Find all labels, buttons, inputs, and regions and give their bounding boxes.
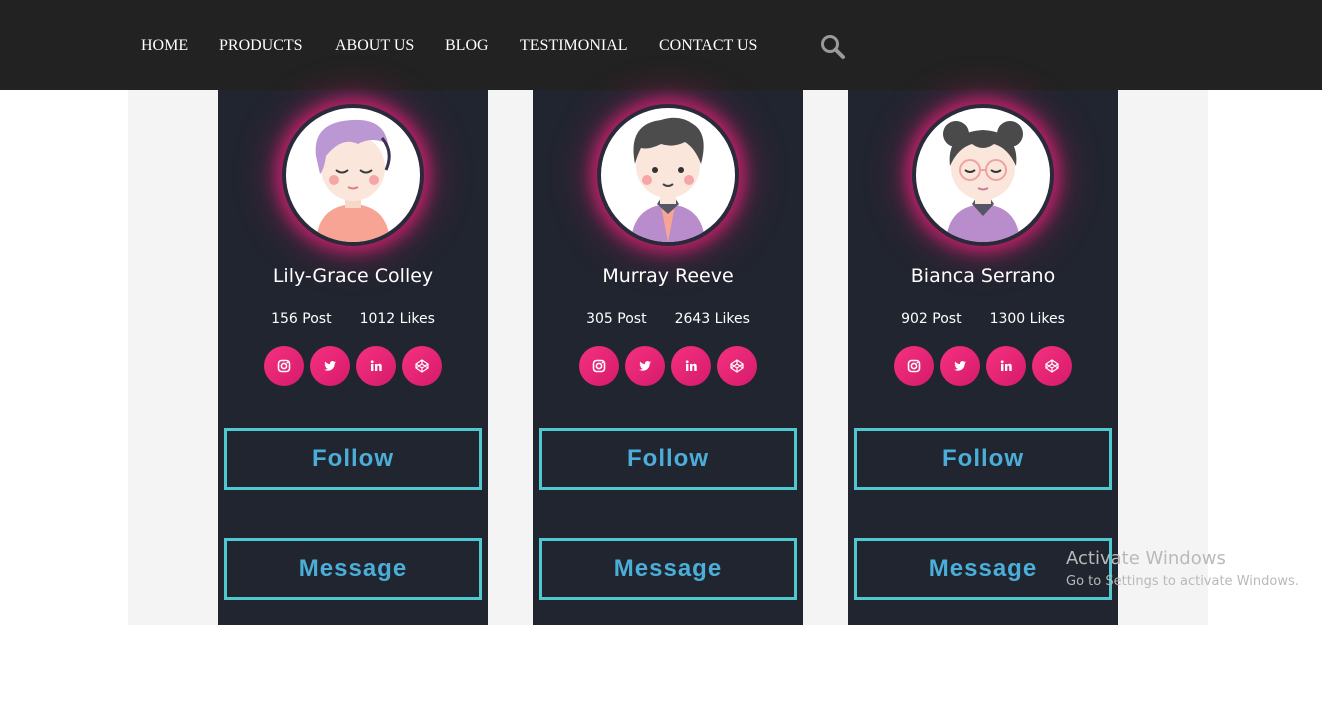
- post-count: 156 Post: [271, 310, 331, 328]
- instagram-icon[interactable]: [264, 346, 304, 386]
- profile-card: Lily-Grace Colley 156 Post 1012 Likes Fol…: [218, 90, 488, 625]
- instagram-icon[interactable]: [894, 346, 934, 386]
- profile-card: Bianca Serrano 902 Post 1300 Likes Follow…: [848, 90, 1118, 625]
- post-count-value: 305: [586, 311, 613, 327]
- social-links: [848, 346, 1118, 386]
- boy-avatar-icon: [631, 117, 705, 242]
- twitter-icon[interactable]: [940, 346, 980, 386]
- like-count-label: Likes: [1029, 311, 1065, 327]
- like-count-value: 1012: [359, 311, 396, 327]
- profile-stats: 902 Post 1300 Likes: [848, 310, 1118, 328]
- avatar: [282, 104, 424, 246]
- codepen-icon[interactable]: [1032, 346, 1072, 386]
- post-count-value: 156: [271, 311, 298, 327]
- follow-button[interactable]: Follow: [854, 428, 1112, 490]
- twitter-icon[interactable]: [310, 346, 350, 386]
- avatar: [912, 104, 1054, 246]
- profile-name: Murray Reeve: [602, 265, 734, 287]
- post-count: 902 Post: [901, 310, 961, 328]
- message-button[interactable]: Message: [539, 538, 797, 600]
- codepen-icon[interactable]: [402, 346, 442, 386]
- linkedin-icon[interactable]: [356, 346, 396, 386]
- profile-card: Murray Reeve 305 Post 2643 Likes Follow M…: [533, 90, 803, 625]
- linkedin-icon[interactable]: [671, 346, 711, 386]
- nav-products-link[interactable]: PRODUCTS: [219, 36, 303, 56]
- follow-button[interactable]: Follow: [539, 428, 797, 490]
- twitter-icon[interactable]: [625, 346, 665, 386]
- post-count-value: 902: [901, 311, 928, 327]
- nav-blog-link[interactable]: BLOG: [445, 36, 489, 56]
- like-count-label: Likes: [399, 311, 435, 327]
- post-count-label: Post: [302, 311, 332, 327]
- post-count-label: Post: [617, 311, 647, 327]
- social-links: [218, 346, 488, 386]
- like-count: 2643 Likes: [675, 310, 750, 328]
- social-links: [533, 346, 803, 386]
- activate-windows-title: Activate Windows: [1066, 548, 1226, 569]
- post-count: 305 Post: [586, 310, 646, 328]
- profile-stats: 156 Post 1012 Likes: [218, 310, 488, 328]
- follow-button[interactable]: Follow: [224, 428, 482, 490]
- girl-glasses-avatar-icon: [943, 121, 1023, 242]
- girl-avatar-icon: [315, 119, 391, 242]
- nav-contact-link[interactable]: CONTACT US: [659, 36, 757, 56]
- instagram-icon[interactable]: [579, 346, 619, 386]
- like-count: 1012 Likes: [360, 310, 435, 328]
- like-count-value: 2643: [674, 311, 711, 327]
- like-count-value: 1300: [989, 311, 1026, 327]
- linkedin-icon[interactable]: [986, 346, 1026, 386]
- message-button[interactable]: Message: [224, 538, 482, 600]
- nav-testimonial-link[interactable]: TESTIMONIAL: [520, 36, 628, 56]
- profile-name: Lily-Grace Colley: [272, 265, 434, 287]
- like-count: 1300 Likes: [990, 310, 1065, 328]
- codepen-icon[interactable]: [717, 346, 757, 386]
- activate-windows-subtitle: Go to Settings to activate Windows.: [1066, 574, 1299, 589]
- like-count-label: Likes: [714, 311, 750, 327]
- post-count-label: Post: [932, 311, 962, 327]
- top-navbar: HOME PRODUCTS ABOUT US BLOG TESTIMONIAL …: [0, 0, 1322, 90]
- profile-name: Bianca Serrano: [910, 265, 1056, 287]
- nav-home-link[interactable]: HOME: [141, 36, 188, 56]
- nav-about-link[interactable]: ABOUT US: [335, 36, 414, 56]
- avatar: [597, 104, 739, 246]
- search-icon[interactable]: [820, 34, 846, 60]
- profile-stats: 305 Post 2643 Likes: [533, 310, 803, 328]
